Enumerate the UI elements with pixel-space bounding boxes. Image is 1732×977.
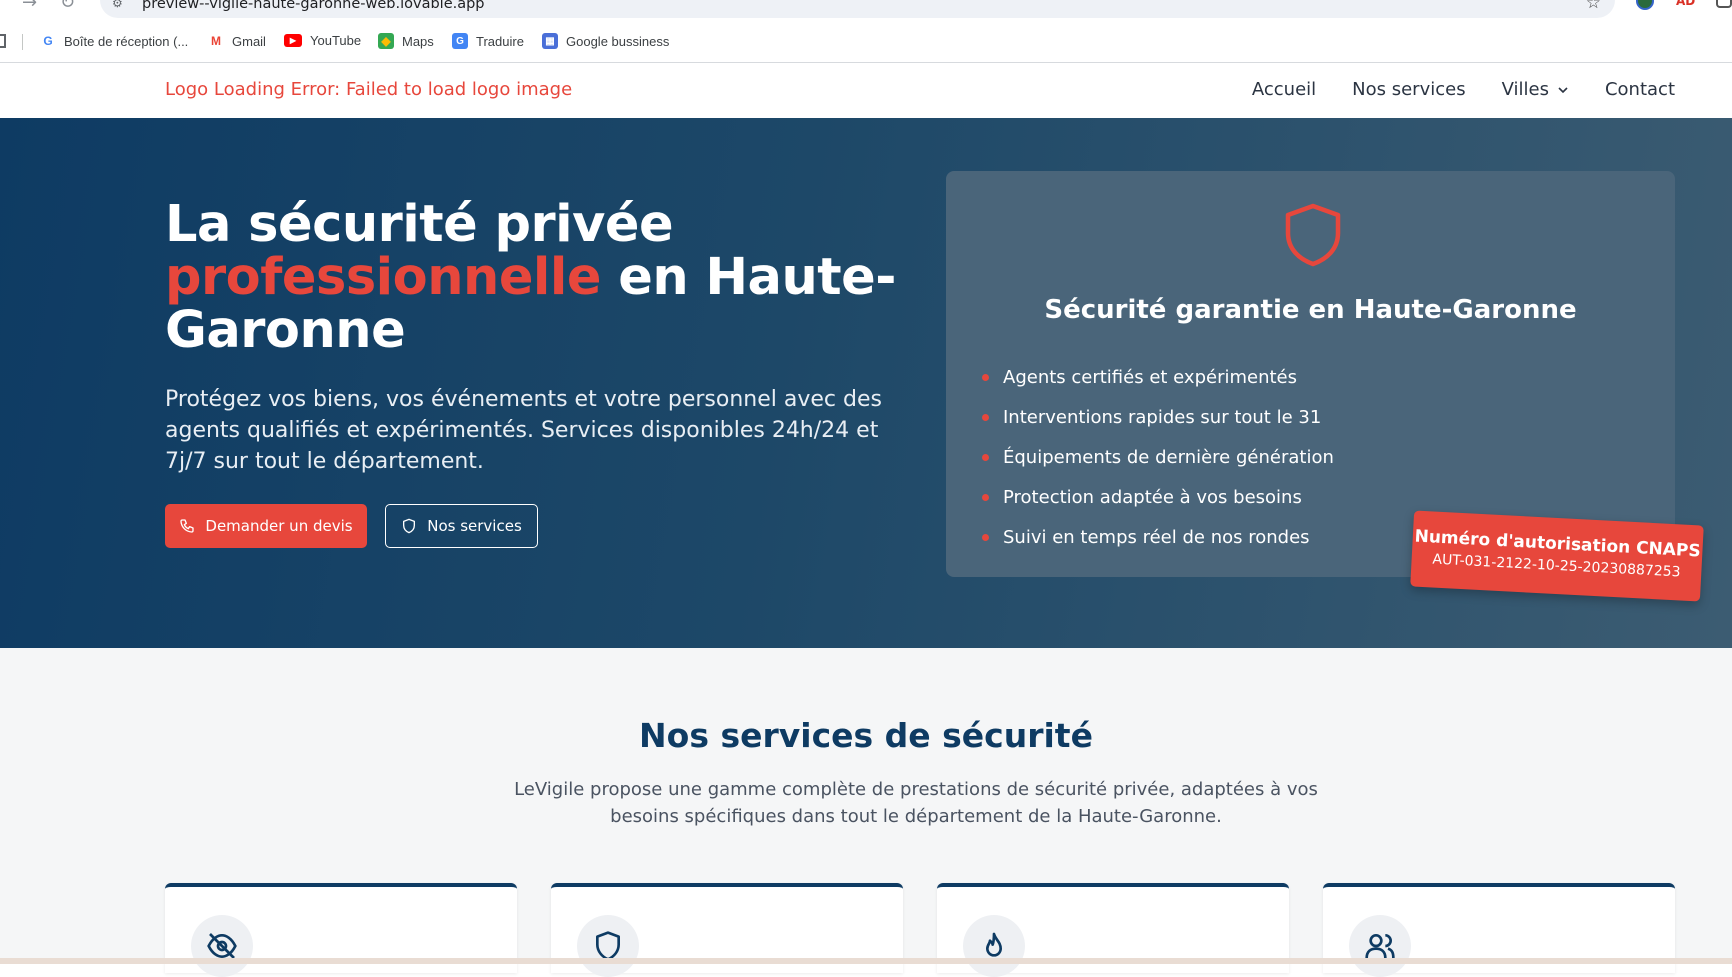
extension-globe-icon[interactable]: [1636, 0, 1654, 10]
nav-nos-services[interactable]: Nos services: [1352, 79, 1465, 100]
shield-icon: [1285, 203, 1341, 267]
nav-accueil[interactable]: Accueil: [1252, 79, 1316, 100]
our-services-button[interactable]: Nos services: [385, 504, 538, 548]
browser-toolbar: → ↻ ⚙ preview--vigile-haute-garonne-web.…: [0, 0, 1732, 22]
services-section: Nos services de sécurité LeVigile propos…: [0, 648, 1732, 977]
guarantee-list: Agents certifiés et expérimentés Interve…: [982, 357, 1334, 557]
bookmark-label: Google bussiness: [566, 33, 670, 49]
request-quote-button[interactable]: Demander un devis: [165, 504, 367, 548]
extension-pdf-icon[interactable]: AD: [1676, 0, 1696, 8]
bookmark-label: Traduire: [476, 33, 524, 49]
bookmark-star-icon[interactable]: ☆: [1586, 0, 1601, 13]
bullet-dot: [982, 533, 989, 541]
bookmarks-bar: G Boîte de réception (... M Gmail ▶ YouT…: [0, 28, 1732, 56]
list-item-text: Suivi en temps réel de nos rondes: [1003, 526, 1310, 548]
bullet-dot: [982, 413, 989, 421]
bookmark-maps[interactable]: ◆ Maps: [378, 33, 434, 49]
list-item: Protection adaptée à vos besoins: [982, 477, 1334, 517]
forward-icon[interactable]: →: [22, 0, 37, 13]
service-icon-wrap: [1349, 915, 1411, 977]
services-title: Nos services de sécurité: [639, 716, 1093, 755]
phone-icon: [180, 519, 195, 533]
bullet-dot: [982, 493, 989, 501]
hero-title-line1: La sécurité privée: [165, 195, 674, 254]
list-item: Équipements de dernière génération: [982, 437, 1334, 477]
hero-title: La sécurité privée professionnelle en Ha…: [165, 198, 905, 357]
chevron-down-icon: [1558, 86, 1568, 93]
list-item: Suivi en temps réel de nos rondes: [982, 517, 1334, 557]
list-item-text: Agents certifiés et expérimentés: [1003, 366, 1298, 388]
bookmark-label: YouTube: [310, 33, 362, 48]
service-icon-wrap: [191, 915, 253, 977]
business-icon: ▦: [542, 33, 558, 49]
nav-villes[interactable]: Villes: [1502, 79, 1569, 100]
guarantee-card-title: Sécurité garantie en Haute-Garonne: [1044, 295, 1577, 325]
bookmark-label: Maps: [402, 33, 434, 49]
bookmark-inbox[interactable]: G Boîte de réception (...: [40, 33, 188, 49]
cnaps-badge: Numéro d'autorisation CNAPS AUT-031-2122…: [1410, 510, 1704, 602]
request-quote-label: Demander un devis: [205, 517, 353, 535]
logo-error-text: Logo Loading Error: Failed to load logo …: [165, 79, 573, 100]
bookmark-youtube[interactable]: ▶ YouTube: [284, 33, 361, 48]
nav-villes-label: Villes: [1501, 79, 1549, 100]
service-icon-wrap: [577, 915, 639, 977]
bullet-dot: [982, 373, 989, 381]
list-item: Agents certifiés et expérimentés: [982, 357, 1334, 397]
address-bar[interactable]: ⚙ preview--vigile-haute-garonne-web.lova…: [100, 0, 1615, 18]
services-description: LeVigile propose une gamme complète de p…: [514, 779, 1318, 827]
bookmark-translate[interactable]: G Traduire: [452, 33, 524, 49]
nav-contact[interactable]: Contact: [1605, 79, 1675, 100]
bookmarks-divider: [22, 34, 23, 50]
hero-description: Protégez vos biens, vos événements et vo…: [165, 387, 882, 474]
bookmark-label: Gmail: [232, 33, 266, 49]
list-item: Interventions rapides sur tout le 31: [982, 397, 1334, 437]
bullet-dot: [982, 453, 989, 461]
our-services-label: Nos services: [427, 517, 522, 535]
youtube-icon: ▶: [284, 34, 302, 47]
guarantee-card: Sécurité garantie en Haute-Garonne Agent…: [946, 171, 1675, 577]
main-nav: Accueil Nos services Villes Contact: [1252, 79, 1675, 100]
service-icon-wrap: [963, 915, 1025, 977]
bottom-strip: [0, 958, 1732, 964]
bookmark-gmail[interactable]: M Gmail: [208, 33, 266, 49]
list-item-text: Interventions rapides sur tout le 31: [1003, 406, 1322, 428]
site-info-icon[interactable]: ⚙: [112, 0, 123, 10]
hero-section: La sécurité privée professionnelle en Ha…: [0, 118, 1732, 648]
gmail-icon: M: [211, 34, 221, 48]
list-item-text: Protection adaptée à vos besoins: [1003, 486, 1302, 508]
bookmark-business[interactable]: ▦ Google bussiness: [542, 33, 669, 49]
google-icon: G: [43, 34, 53, 48]
extension-icon[interactable]: [1716, 0, 1732, 8]
bookmark-label: Boîte de réception (...: [64, 33, 189, 49]
shield-icon: [403, 518, 416, 534]
apps-icon[interactable]: [0, 34, 6, 48]
maps-icon: ◆: [378, 33, 394, 49]
hero-title-accent: professionnelle: [165, 248, 601, 307]
url-text[interactable]: preview--vigile-haute-garonne-web.lovabl…: [142, 0, 485, 12]
reload-icon[interactable]: ↻: [60, 0, 75, 13]
site-header: Logo Loading Error: Failed to load logo …: [0, 63, 1732, 118]
translate-icon: G: [452, 33, 468, 49]
list-item-text: Équipements de dernière génération: [1003, 446, 1334, 468]
